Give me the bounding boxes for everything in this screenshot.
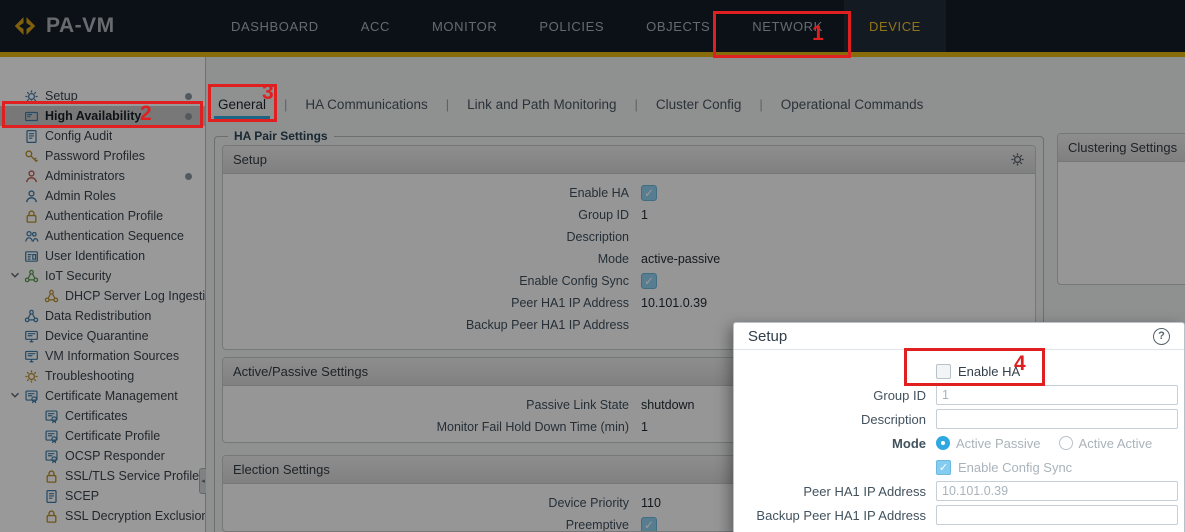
dialog-row-peer-ha1-ip-address: Peer HA1 IP Address 10.101.0.39 — [734, 479, 1184, 503]
dialog-label-backup-peer-ha1-ip-address: Backup Peer HA1 IP Address — [734, 508, 926, 523]
annotation-number-2: 2 — [140, 102, 152, 126]
annotation-box-2 — [2, 101, 203, 128]
dialog-label-peer-ha1-ip-address: Peer HA1 IP Address — [734, 484, 926, 499]
active-active-radio[interactable] — [1059, 436, 1073, 450]
dialog-row-enable-config-sync: ✓ Enable Config Sync — [734, 455, 1184, 479]
help-icon[interactable]: ? — [1153, 328, 1170, 345]
dialog-control-description — [936, 409, 1178, 429]
active-passive-radio[interactable] — [936, 436, 950, 450]
annotation-number-3: 3 — [262, 81, 274, 105]
dialog-label-group-id: Group ID — [734, 388, 926, 403]
dialog-control-enable-config-sync: ✓ Enable Config Sync — [936, 460, 1072, 475]
enable-config-sync-checkbox-label: Enable Config Sync — [958, 460, 1072, 475]
annotation-number-4: 4 — [1014, 352, 1026, 376]
dialog-row-group-id: Group ID 1 — [734, 383, 1184, 407]
dialog-label-description: Description — [734, 412, 926, 427]
dialog-row-backup-peer-ha1-ip-address: Backup Peer HA1 IP Address — [734, 503, 1184, 527]
setup-dialog-title: Setup — [748, 328, 787, 345]
dialog-control-mode: Active Passive Active Active — [936, 436, 1152, 451]
dialog-control-backup-peer-ha1-ip-address — [936, 505, 1178, 525]
backup-peer-ha1-ip-address-input[interactable] — [936, 505, 1178, 525]
dialog-label-mode: Mode — [734, 436, 926, 451]
enable-config-sync-checkbox[interactable]: ✓ — [936, 460, 951, 475]
peer-ha1-ip-address-input[interactable]: 10.101.0.39 — [936, 481, 1178, 501]
active-passive-radio-label: Active Passive — [956, 436, 1041, 451]
annotation-number-1: 1 — [812, 22, 824, 46]
active-active-radio-label: Active Active — [1079, 436, 1153, 451]
group-id-input[interactable]: 1 — [936, 385, 1178, 405]
dialog-control-group-id: 1 — [936, 385, 1178, 405]
dialog-row-description: Description — [734, 407, 1184, 431]
dialog-control-peer-ha1-ip-address: 10.101.0.39 — [936, 481, 1178, 501]
dialog-row-mode: Mode Active Passive Active Active — [734, 431, 1184, 455]
annotation-box-1 — [713, 11, 851, 58]
description-input[interactable] — [936, 409, 1178, 429]
setup-dialog-header: Setup ? — [734, 323, 1184, 350]
